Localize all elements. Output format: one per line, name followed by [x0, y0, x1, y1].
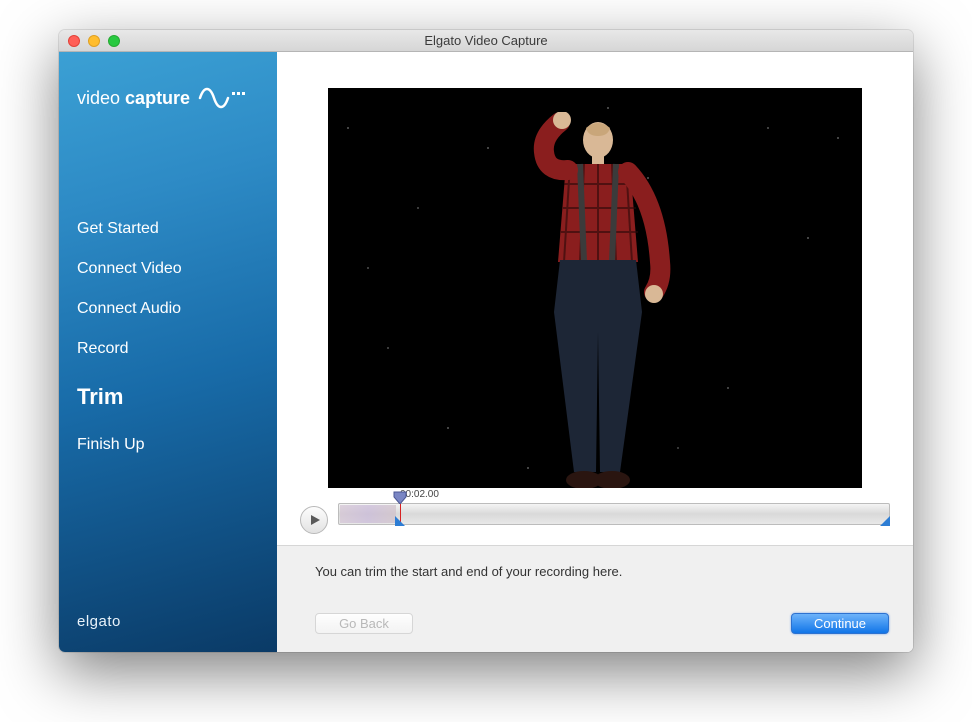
play-icon: [310, 514, 321, 526]
clip-thumbnail: [340, 505, 396, 523]
minimize-icon[interactable]: [88, 35, 100, 47]
sidebar-item-finish-up[interactable]: Finish Up: [77, 436, 277, 454]
footer-panel: You can trim the start and end of your r…: [277, 545, 913, 652]
close-icon[interactable]: [68, 35, 80, 47]
help-text: You can trim the start and end of your r…: [315, 564, 889, 579]
sidebar: video capture Get Started Connect Video …: [59, 52, 277, 652]
main-panel: 00:02.00: [277, 52, 913, 652]
play-button[interactable]: [300, 506, 328, 534]
traffic-lights: [59, 35, 120, 47]
sidebar-item-get-started[interactable]: Get Started: [77, 220, 277, 238]
button-row: Go Back Continue: [315, 613, 889, 634]
trim-end-handle[interactable]: [880, 516, 890, 526]
video-preview: [328, 88, 862, 488]
zoom-icon[interactable]: [108, 35, 120, 47]
timeline-track[interactable]: [338, 503, 890, 525]
trim-controls: 00:02.00: [300, 500, 890, 528]
window-title: Elgato Video Capture: [59, 33, 913, 48]
video-frame-figure: [488, 112, 698, 488]
sidebar-item-record[interactable]: Record: [77, 340, 277, 358]
logo-text: video capture: [77, 88, 190, 109]
brand-label: elgato: [77, 613, 121, 630]
app-logo: video capture: [59, 52, 277, 110]
logo-word-2: capture: [125, 88, 190, 108]
titlebar: Elgato Video Capture: [59, 30, 913, 52]
step-nav: Get Started Connect Video Connect Audio …: [59, 220, 277, 454]
sidebar-item-connect-audio[interactable]: Connect Audio: [77, 300, 277, 318]
timeline[interactable]: 00:02.00: [338, 503, 890, 525]
sidebar-item-connect-video[interactable]: Connect Video: [77, 260, 277, 278]
continue-button[interactable]: Continue: [791, 613, 889, 634]
logo-word-1: video: [77, 88, 120, 108]
trim-start-handle[interactable]: [395, 516, 405, 526]
sidebar-item-trim[interactable]: Trim: [77, 384, 277, 410]
content: video capture Get Started Connect Video …: [59, 52, 913, 652]
wave-icon: [198, 86, 248, 110]
playhead-icon: [393, 491, 407, 504]
go-back-button[interactable]: Go Back: [315, 613, 413, 634]
preview-zone: 00:02.00: [277, 52, 913, 545]
app-window: Elgato Video Capture video capture: [59, 30, 913, 652]
